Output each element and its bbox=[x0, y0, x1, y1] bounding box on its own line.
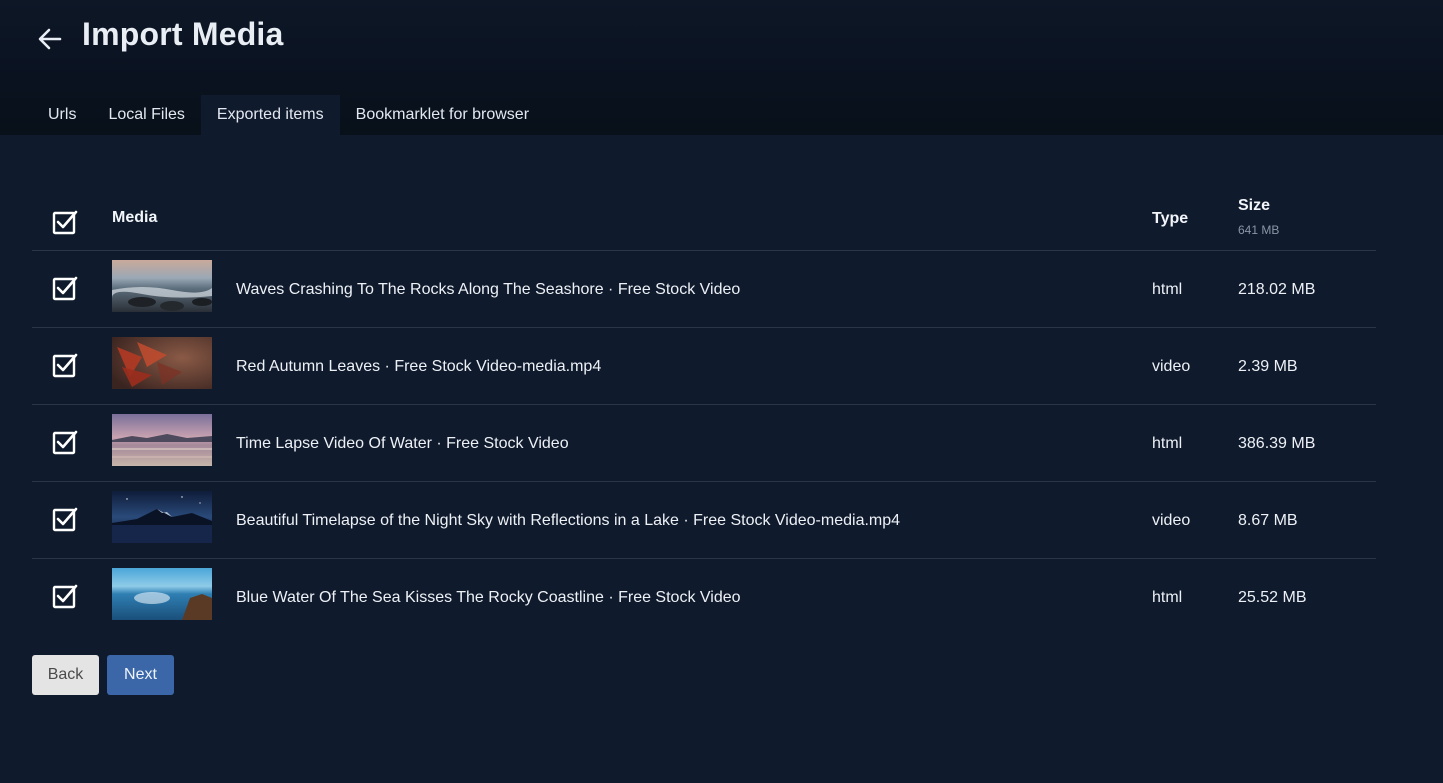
tab-urls[interactable]: Urls bbox=[32, 95, 92, 135]
table-row: Red Autumn Leaves · Free Stock Video-med… bbox=[32, 328, 1376, 405]
media-thumbnail bbox=[112, 491, 212, 543]
column-header-size: Size bbox=[1238, 197, 1271, 214]
media-size: 386.39 MB bbox=[1238, 435, 1316, 452]
media-thumbnail bbox=[112, 568, 212, 620]
table-row: Blue Water Of The Sea Kisses The Rocky C… bbox=[32, 559, 1376, 635]
row-checkbox[interactable] bbox=[52, 275, 78, 301]
media-name: Beautiful Timelapse of the Night Sky wit… bbox=[236, 512, 901, 529]
row-checkbox[interactable] bbox=[52, 506, 78, 532]
back-button[interactable]: Back bbox=[32, 655, 99, 695]
media-thumbnail bbox=[112, 260, 212, 312]
table-header: Media Type Size 641 MB bbox=[32, 190, 1376, 251]
media-thumbnail bbox=[112, 337, 212, 389]
table-row: Time Lapse Video Of Water · Free Stock V… bbox=[32, 405, 1376, 482]
media-type: html bbox=[1152, 589, 1183, 606]
media-thumbnail bbox=[112, 414, 212, 466]
tab-bar: Urls Local Files Exported items Bookmark… bbox=[32, 95, 545, 135]
media-table: Media Type Size 641 MB Waves Crashing To… bbox=[32, 190, 1376, 635]
media-type: video bbox=[1152, 512, 1191, 529]
media-name: Blue Water Of The Sea Kisses The Rocky C… bbox=[236, 589, 741, 606]
column-header-media: Media bbox=[112, 209, 158, 226]
tab-exported-items[interactable]: Exported items bbox=[200, 95, 340, 135]
next-button[interactable]: Next bbox=[107, 655, 174, 695]
media-name: Red Autumn Leaves · Free Stock Video-med… bbox=[236, 358, 602, 375]
column-header-type: Type bbox=[1152, 210, 1189, 227]
tab-bookmarklet[interactable]: Bookmarklet for browser bbox=[340, 95, 545, 135]
total-size: 641 MB bbox=[1238, 223, 1280, 237]
media-type: html bbox=[1152, 435, 1183, 452]
table-row: Beautiful Timelapse of the Night Sky wit… bbox=[32, 482, 1376, 559]
select-all-checkbox[interactable] bbox=[52, 209, 78, 235]
media-size: 218.02 MB bbox=[1238, 281, 1316, 298]
page-title: Import Media bbox=[82, 16, 284, 52]
row-checkbox[interactable] bbox=[52, 429, 78, 455]
tab-local-files[interactable]: Local Files bbox=[92, 95, 200, 135]
media-name: Waves Crashing To The Rocks Along The Se… bbox=[236, 281, 741, 298]
media-size: 2.39 MB bbox=[1238, 358, 1298, 375]
row-checkbox[interactable] bbox=[52, 352, 78, 378]
media-size: 25.52 MB bbox=[1238, 589, 1307, 606]
media-type: video bbox=[1152, 358, 1191, 375]
page-header: Import Media Urls Local Files Exported i… bbox=[0, 0, 1443, 135]
row-checkbox[interactable] bbox=[52, 583, 78, 609]
table-row: Waves Crashing To The Rocks Along The Se… bbox=[32, 251, 1376, 328]
media-name: Time Lapse Video Of Water · Free Stock V… bbox=[236, 435, 569, 452]
back-arrow-icon[interactable] bbox=[36, 25, 64, 53]
media-type: html bbox=[1152, 281, 1183, 298]
action-buttons: Back Next bbox=[32, 655, 174, 695]
media-size: 8.67 MB bbox=[1238, 512, 1298, 529]
